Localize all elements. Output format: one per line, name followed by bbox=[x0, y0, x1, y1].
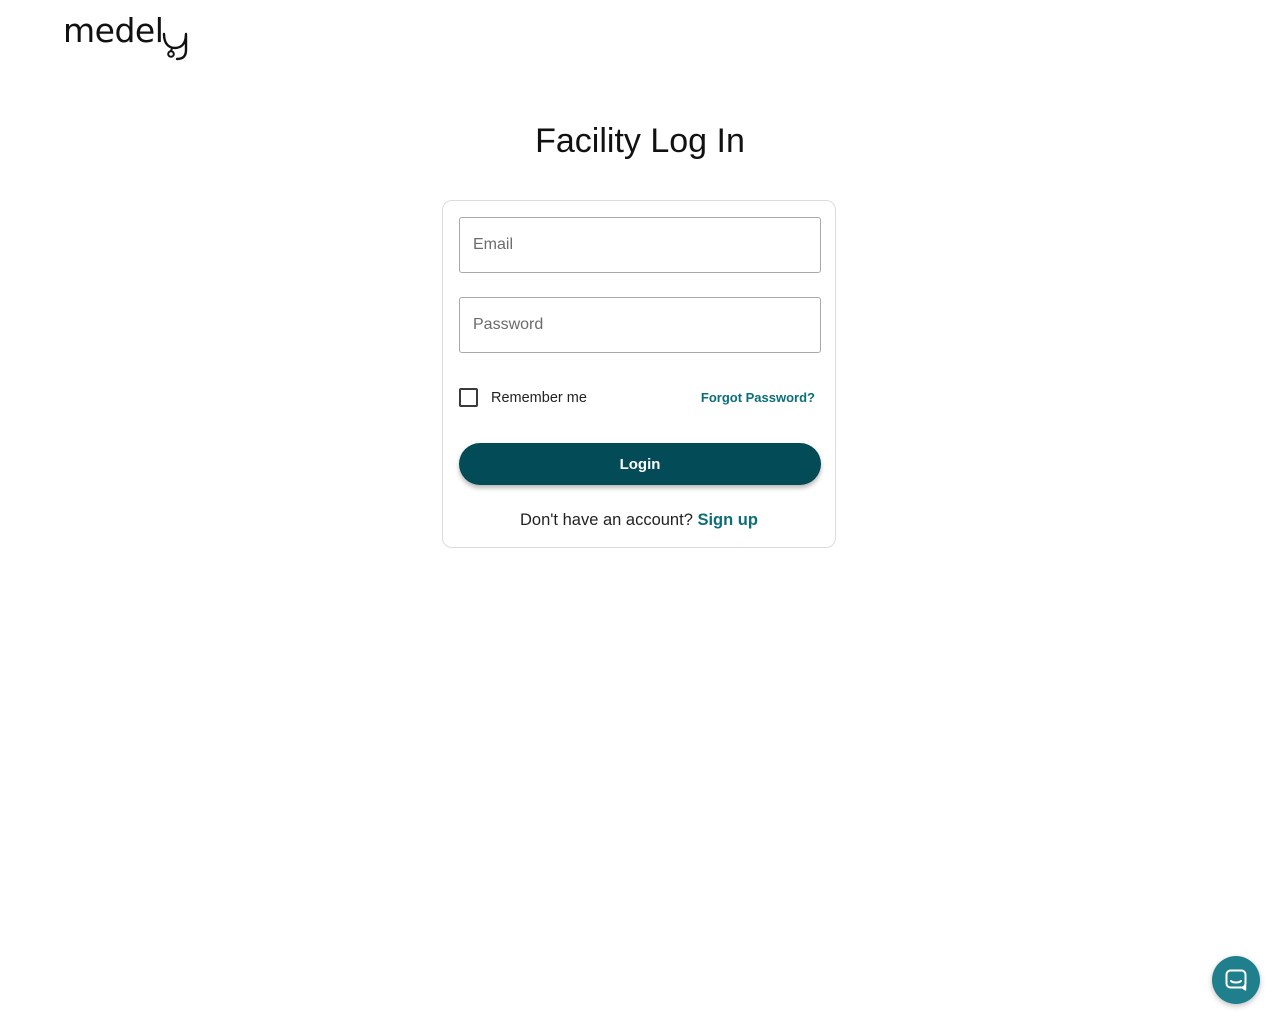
logo-wordmark: medel bbox=[63, 11, 164, 50]
remember-me-option[interactable]: Remember me bbox=[459, 388, 587, 407]
chat-launcher-button[interactable] bbox=[1212, 956, 1260, 1004]
medely-logo[interactable]: medel bbox=[63, 14, 195, 62]
remember-me-checkbox[interactable] bbox=[459, 388, 478, 407]
page-title: Facility Log In bbox=[535, 122, 745, 160]
login-page: medel Facility Log In Remember me Forgot… bbox=[0, 0, 1280, 1024]
login-button[interactable]: Login bbox=[459, 443, 821, 485]
login-card: Remember me Forgot Password? Login Don't… bbox=[442, 200, 836, 548]
stethoscope-y-icon bbox=[162, 32, 188, 61]
forgot-password-link[interactable]: Forgot Password? bbox=[701, 390, 815, 405]
signup-prompt: Don't have an account? bbox=[520, 511, 698, 529]
remember-me-label: Remember me bbox=[491, 389, 587, 406]
password-field[interactable] bbox=[459, 297, 821, 353]
email-field[interactable] bbox=[459, 217, 821, 273]
signup-row: Don't have an account? Sign up bbox=[443, 511, 835, 530]
chat-bubble-icon bbox=[1225, 969, 1247, 991]
signup-link[interactable]: Sign up bbox=[697, 511, 758, 529]
